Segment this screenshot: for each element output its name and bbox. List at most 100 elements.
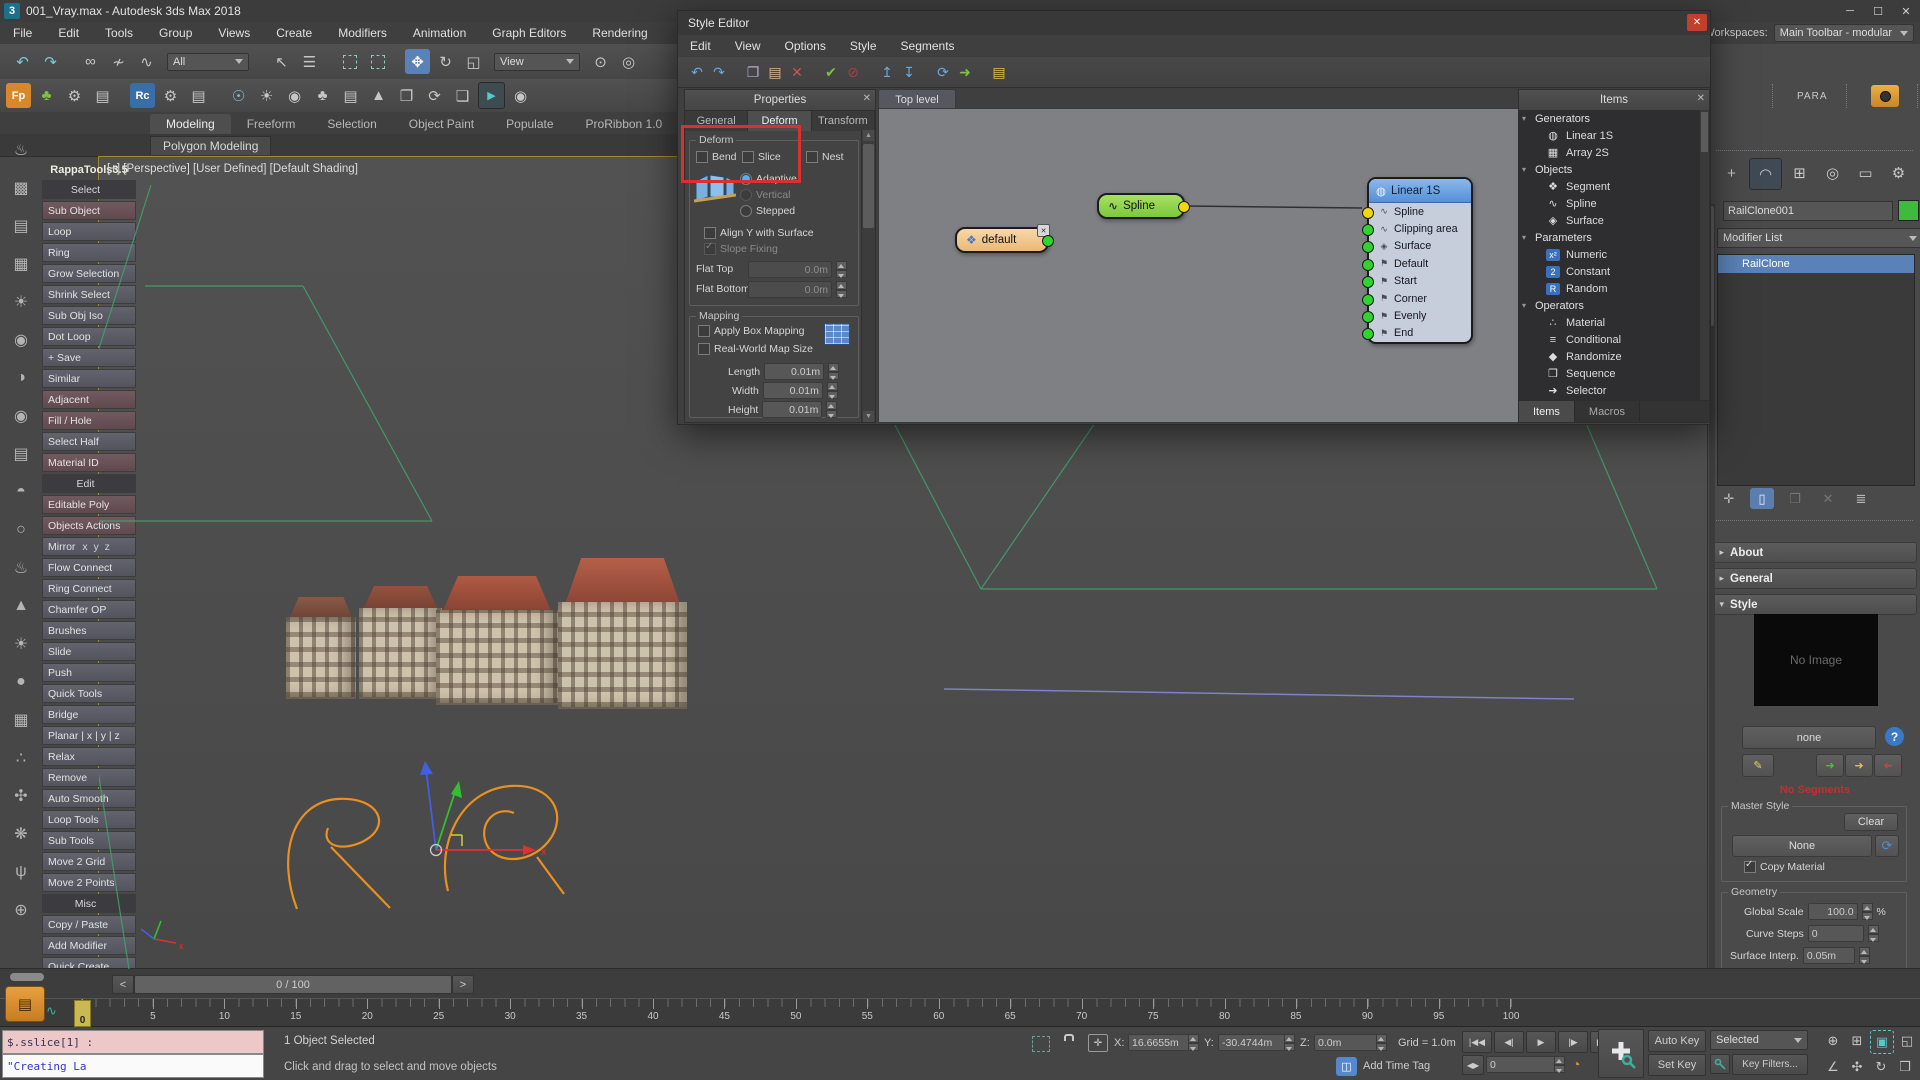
rotate-icon[interactable]: ↻ xyxy=(433,49,458,74)
move-icon[interactable]: ✥ xyxy=(405,49,430,74)
icon-planar[interactable]: ✣ xyxy=(8,784,34,808)
object-name-field[interactable]: RailClone001 xyxy=(1723,201,1893,221)
canvas-top-level-tab[interactable]: Top level xyxy=(878,89,956,109)
items-header[interactable]: Items ✕ xyxy=(1519,90,1709,111)
menu-item[interactable]: Group xyxy=(146,26,205,40)
generator-input-row[interactable]: ◈ Surface xyxy=(1369,238,1471,255)
tree-group-row[interactable]: ▾Operators xyxy=(1519,297,1699,314)
maxscript-listener-line1[interactable]: $.sslice[1] : xyxy=(2,1030,264,1054)
y-coord-field[interactable]: -30.4744m xyxy=(1218,1034,1290,1051)
selection-filter-dropdown[interactable]: All xyxy=(167,53,249,71)
icon-material[interactable]: ▩ xyxy=(8,176,34,200)
style-editor-titlebar[interactable]: Style Editor ✕ xyxy=(678,11,1710,36)
style-editor-menu-item[interactable]: Segments xyxy=(889,39,967,53)
refresh-master-style-icon[interactable]: ⟳ xyxy=(1875,835,1899,857)
flat-top-spinner[interactable] xyxy=(836,261,847,278)
tree-item-row[interactable]: ≡ Conditional xyxy=(1519,331,1699,348)
para-button[interactable]: PARA xyxy=(1797,91,1828,102)
current-frame-field[interactable]: 0 xyxy=(1486,1056,1560,1073)
tree-item-row[interactable]: ➜ Selector xyxy=(1519,382,1699,399)
linear-1s-generator-node[interactable]: ◍ Linear 1S ∿ Spline ∿ Clipping area xyxy=(1367,177,1473,344)
ribbon-tab[interactable]: ProRibbon 1.0 xyxy=(570,114,679,134)
help-icon[interactable]: ? xyxy=(1885,727,1904,746)
spline-node[interactable]: ∿ Spline xyxy=(1097,193,1185,219)
tree-expand-icon[interactable]: ▾ xyxy=(1519,165,1535,174)
railclone-settings-icon[interactable]: ⚙ xyxy=(158,83,183,108)
workspaces-dropdown[interactable]: Main Toolbar - modular xyxy=(1774,24,1914,42)
properties-header[interactable]: Properties ✕ xyxy=(685,90,875,111)
items-close-icon[interactable]: ✕ xyxy=(1697,93,1705,104)
play-button[interactable]: ▶ xyxy=(1526,1031,1556,1053)
icon-notes[interactable]: ▤ xyxy=(8,442,34,466)
style-map-button[interactable]: none xyxy=(1742,726,1876,749)
y-spinner[interactable] xyxy=(1284,1034,1295,1051)
z-coord-field[interactable]: 0.0m xyxy=(1314,1034,1382,1051)
railclone-list-icon[interactable]: ▤ xyxy=(186,83,211,108)
style-editor-menu-item[interactable]: View xyxy=(723,39,773,53)
maxscript-listener-line2[interactable]: "Creating La xyxy=(2,1054,264,1078)
import-style-button[interactable]: ➜ xyxy=(1816,754,1844,777)
se-cancel-icon[interactable]: ⊘ xyxy=(842,61,864,83)
input-port[interactable] xyxy=(1362,259,1374,271)
items-bottom-tab[interactable]: Macros xyxy=(1575,401,1640,422)
ribbon-tab[interactable]: Object Paint xyxy=(393,114,490,134)
input-port[interactable] xyxy=(1362,311,1374,323)
length-spinner[interactable] xyxy=(828,363,839,380)
length-field[interactable]: 0.01m xyxy=(764,363,824,380)
make-unique-icon[interactable]: ❐ xyxy=(1783,488,1807,509)
se-delete-icon[interactable]: ✕ xyxy=(786,61,808,83)
current-frame-marker[interactable]: 0 xyxy=(74,1000,91,1027)
trees-icon[interactable]: ♣ xyxy=(310,83,335,108)
icon-zoom-cube[interactable]: ⊕ xyxy=(8,898,34,922)
viewport-label[interactable]: [+] [Perspective] [User Defined] [Defaul… xyxy=(107,163,358,175)
items-scrollbar[interactable] xyxy=(1700,110,1709,400)
modifier-stack-row[interactable]: RailClone xyxy=(1718,255,1914,273)
viewport-play-icon[interactable]: ▶ xyxy=(478,82,505,109)
icon-ui-grid[interactable]: ▦ xyxy=(8,252,34,276)
absolute-mode-icon[interactable]: ✛ xyxy=(1088,1034,1108,1052)
properties-scrollbar[interactable]: ▲ ▼ xyxy=(861,130,875,422)
go-start-button[interactable]: |◀◀ xyxy=(1462,1031,1492,1053)
isolate-selection-icon[interactable] xyxy=(1032,1036,1050,1052)
physical-camera-icon[interactable] xyxy=(1871,85,1899,107)
input-port[interactable] xyxy=(1362,328,1374,340)
se-align-bottom-icon[interactable]: ↧ xyxy=(898,61,920,83)
next-key-button[interactable]: > xyxy=(452,975,474,994)
set-key-button[interactable]: Set Key xyxy=(1648,1054,1706,1076)
height-field[interactable]: 0.01m xyxy=(762,401,822,418)
se-notes-icon[interactable]: ▤ xyxy=(988,61,1010,83)
align-y-checkbox[interactable] xyxy=(704,227,716,239)
se-undo-icon[interactable]: ↶ xyxy=(686,61,708,83)
tree-item-row[interactable]: R Random xyxy=(1519,280,1699,297)
menu-item[interactable]: Graph Editors xyxy=(479,26,579,40)
icon-scatter[interactable]: ∴ xyxy=(8,746,34,770)
tree-item-row[interactable]: ◈ Surface xyxy=(1519,212,1699,229)
generator-input-row[interactable]: ⚑ Default xyxy=(1369,255,1471,272)
key-step-toggle[interactable]: ◀▶ xyxy=(1462,1055,1484,1075)
tree-item-row[interactable]: x² Numeric xyxy=(1519,246,1699,263)
show-end-result-icon[interactable]: ▯ xyxy=(1750,488,1774,509)
surface-interp-spinner[interactable] xyxy=(1859,947,1870,964)
clear-button[interactable]: Clear xyxy=(1844,813,1898,831)
fov-icon[interactable]: ∠ xyxy=(1822,1056,1844,1078)
style-editor-menu-item[interactable]: Edit xyxy=(678,39,723,53)
timeline-ruler[interactable]: ∿ 05101520253035404550556065707580859095… xyxy=(0,998,1920,1027)
modifier-list-dropdown[interactable]: Modifier List xyxy=(1717,228,1920,248)
tree-item-row[interactable]: ◍ Linear 1S xyxy=(1519,127,1699,144)
generator-input-row[interactable]: ⚑ Start xyxy=(1369,273,1471,290)
maximize-button[interactable]: ☐ xyxy=(1864,1,1892,21)
camera-add-icon[interactable]: ◉ xyxy=(508,83,533,108)
properties-close-icon[interactable]: ✕ xyxy=(863,93,871,104)
polygon-modeling-tab[interactable]: Polygon Modeling xyxy=(150,136,271,155)
tree-group-row[interactable]: ▾Parameters xyxy=(1519,229,1699,246)
se-align-top-icon[interactable]: ↥ xyxy=(876,61,898,83)
display-tab[interactable]: ▭ xyxy=(1850,158,1881,188)
flat-bottom-field[interactable]: 0.0m xyxy=(748,281,832,298)
refresh-icon[interactable]: ⟳ xyxy=(422,83,447,108)
key-mode-icon[interactable] xyxy=(1710,1054,1730,1074)
properties-tab[interactable]: Deform xyxy=(748,111,811,131)
trackbar-grip[interactable] xyxy=(10,973,44,981)
zoom-region-icon[interactable]: ◱ xyxy=(1896,1030,1918,1052)
bend-checkbox[interactable] xyxy=(696,151,708,163)
bind-spacewarp-icon[interactable]: ∿ xyxy=(134,49,159,74)
